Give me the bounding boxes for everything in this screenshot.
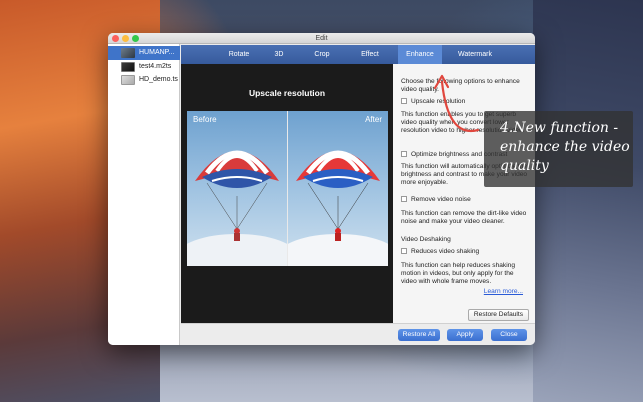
tab-crop[interactable]: Crop <box>311 45 333 64</box>
after-preview-image: After <box>288 111 388 266</box>
file-item-2[interactable]: test4.m2ts <box>108 60 180 74</box>
file-item-3[interactable]: HD_demo.ts <box>108 73 180 87</box>
file-name: HD_demo.ts <box>139 76 178 83</box>
restore-all-button[interactable]: Restore All <box>398 329 440 341</box>
edit-window: Edit HUMANP... test4.m2ts HD_demo.ts Rot… <box>108 33 535 345</box>
brightness-checkbox[interactable] <box>401 151 407 157</box>
preview-pane: Upscale resolution Before After <box>181 64 393 323</box>
tab-rotate[interactable]: Rotate <box>225 45 253 64</box>
file-name: HUMANP... <box>139 49 175 56</box>
tab-3d[interactable]: 3D <box>271 45 287 64</box>
file-item-1[interactable]: HUMANP... <box>108 46 180 60</box>
document-icon <box>121 75 135 85</box>
noise-option[interactable]: Remove video noise <box>401 195 471 204</box>
restore-defaults-button[interactable]: Restore Defaults <box>467 309 529 321</box>
video-thumbnail-icon <box>121 48 135 58</box>
after-label: After <box>365 115 382 124</box>
deshaking-option[interactable]: Reduces video shaking <box>401 247 479 256</box>
dialog-footer: Restore All Apply Close <box>181 323 535 345</box>
deshaking-description: This function can help reduces shaking m… <box>401 262 515 285</box>
edit-tabs: Rotate 3D Crop Effect Enhance Watermark <box>181 45 535 64</box>
noise-checkbox[interactable] <box>401 196 407 202</box>
upscale-checkbox[interactable] <box>401 98 407 104</box>
learn-more-link[interactable]: Learn more... <box>484 288 523 295</box>
upscale-label: Upscale resolution <box>411 98 466 105</box>
noise-description: This function can remove the dirt-like v… <box>401 210 527 225</box>
enhance-options-panel: Choose the following options to enhance … <box>393 64 535 323</box>
before-label: Before <box>193 115 217 124</box>
enhance-intro-text: Choose the following options to enhance … <box>401 78 520 93</box>
window-title: Edit <box>315 35 328 42</box>
tab-watermark[interactable]: Watermark <box>452 45 498 64</box>
upscale-option[interactable]: Upscale resolution <box>401 97 465 106</box>
desktop-wallpaper-mountain <box>533 0 643 402</box>
deshaking-label: Reduces video shaking <box>411 248 480 255</box>
file-name: test4.m2ts <box>139 63 172 70</box>
tab-enhance[interactable]: Enhance <box>398 45 442 64</box>
feature-callout: 4.New function - enhance the video quali… <box>484 111 633 187</box>
close-button[interactable]: Close <box>491 329 527 341</box>
parachute-image-before <box>187 150 287 266</box>
apply-button[interactable]: Apply <box>447 329 483 341</box>
noise-label: Remove video noise <box>411 196 471 203</box>
window-titlebar: Edit <box>108 33 535 44</box>
deshaking-checkbox[interactable] <box>401 248 407 254</box>
deshaking-section-title: Video Deshaking <box>401 236 451 243</box>
file-list: HUMANP... test4.m2ts HD_demo.ts <box>108 44 180 345</box>
tab-effect[interactable]: Effect <box>357 45 383 64</box>
parachute-image-after <box>288 150 388 266</box>
preview-title: Upscale resolution <box>248 88 326 98</box>
callout-text: 4.New function - enhance the video quali… <box>500 120 630 174</box>
before-preview-image: Before <box>187 111 287 266</box>
video-thumbnail-icon <box>121 62 135 72</box>
